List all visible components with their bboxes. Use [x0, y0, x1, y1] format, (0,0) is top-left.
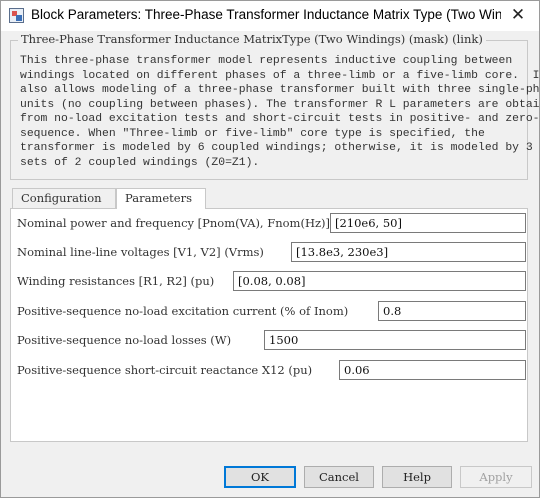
tab-parameters[interactable]: Parameters — [116, 188, 206, 209]
param-label-short-circuit-reactance: Positive-sequence short-circuit reactanc… — [17, 363, 313, 377]
window-title: Block Parameters: Three-Phase Transforme… — [31, 7, 501, 22]
ok-button[interactable]: OK — [224, 466, 296, 488]
nominal-voltages-field[interactable]: [13.8e3, 230e3] — [291, 242, 526, 262]
mask-title: Three-Phase Transformer Inductance Matri… — [18, 32, 486, 46]
help-button[interactable]: Help — [382, 466, 452, 488]
short-circuit-reactance-field[interactable]: 0.06 — [339, 360, 526, 380]
no-load-losses-field[interactable]: 1500 — [264, 330, 526, 350]
tab-configuration[interactable]: Configuration — [12, 188, 116, 208]
simulink-block-icon — [9, 8, 24, 23]
param-label-excitation-current: Positive-sequence no-load excitation cur… — [17, 304, 349, 318]
close-icon[interactable]: ✕ — [507, 4, 529, 26]
excitation-current-field[interactable]: 0.8 — [378, 301, 526, 321]
param-label-nominal-power: Nominal power and frequency [Pnom(VA), F… — [17, 216, 330, 230]
param-label-winding-resistances: Winding resistances [R1, R2] (pu) — [17, 274, 215, 288]
title-bar[interactable]: Block Parameters: Three-Phase Transforme… — [1, 1, 539, 31]
apply-button[interactable]: Apply — [460, 466, 532, 488]
param-label-no-load-losses: Positive-sequence no-load losses (W) — [17, 333, 232, 347]
winding-resistances-field[interactable]: [0.08, 0.08] — [233, 271, 526, 291]
mask-description: This three-phase transformer model repre… — [20, 55, 540, 169]
param-label-nominal-voltages: Nominal line-line voltages [V1, V2] (Vrm… — [17, 245, 264, 259]
nominal-power-frequency-field[interactable]: [210e6, 50] — [330, 213, 526, 233]
cancel-button[interactable]: Cancel — [304, 466, 374, 488]
